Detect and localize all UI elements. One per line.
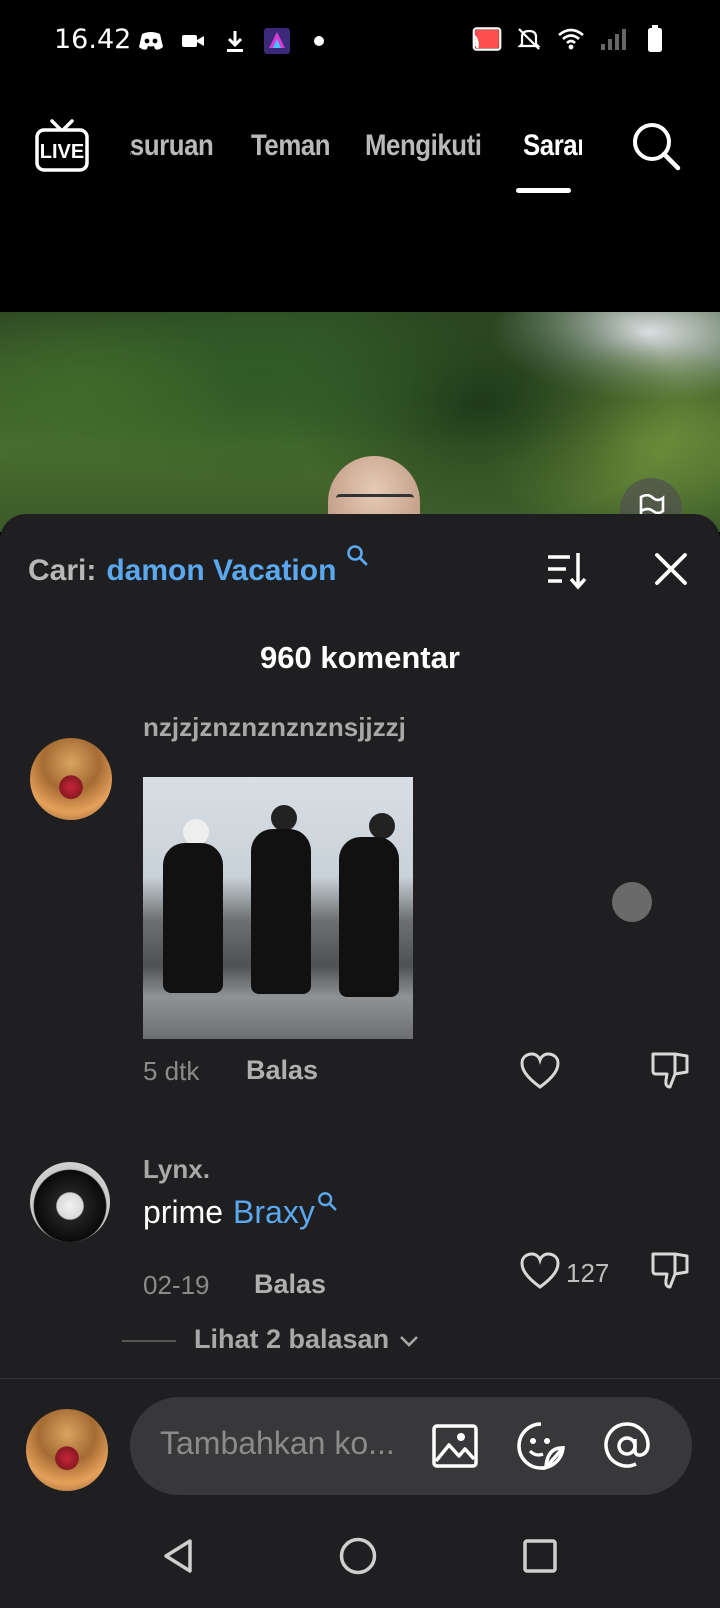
touch-indicator [612, 882, 652, 922]
live-icon[interactable]: LIVE [34, 118, 90, 174]
search-prefix: Cari: [28, 554, 97, 587]
search-term-link[interactable]: damon Vacation [106, 554, 336, 588]
close-icon[interactable] [650, 548, 692, 590]
avatar[interactable] [30, 1162, 110, 1242]
comment-username[interactable]: nzjzjznznznznznsjjzzj [143, 712, 406, 743]
game-app-icon [262, 26, 292, 56]
mention-link[interactable]: Braxy [233, 1194, 315, 1231]
dot-icon [304, 26, 334, 56]
reply-divider [122, 1340, 176, 1342]
reply-button[interactable]: Balas [246, 1055, 318, 1086]
status-bar: 16.42 [0, 0, 720, 84]
status-right-icons [472, 24, 670, 54]
comment-text: prime Braxy [143, 1192, 337, 1231]
comment-username[interactable]: Lynx. [143, 1154, 210, 1185]
dislike-icon[interactable] [650, 1050, 690, 1090]
search-mini-icon [317, 1182, 337, 1211]
comment-image[interactable] [143, 777, 413, 1039]
comment-body: prime [143, 1194, 224, 1230]
view-replies-button[interactable]: Lihat 2 balasan [194, 1324, 419, 1355]
status-left-icons [136, 26, 334, 56]
tab-saran[interactable]: Saran [523, 126, 582, 186]
chevron-down-icon [399, 1324, 419, 1355]
active-tab-indicator [516, 188, 571, 193]
back-icon[interactable] [158, 1536, 198, 1576]
signal-icon [598, 24, 628, 54]
video-person-glasses [336, 494, 414, 506]
sticker-icon[interactable] [516, 1421, 566, 1471]
mention-icon[interactable] [602, 1421, 652, 1471]
comment-composer [0, 1378, 720, 1502]
cast-icon [472, 24, 502, 54]
battery-icon [640, 24, 670, 54]
comment-search-row[interactable]: Cari: damon Vacation [28, 545, 368, 588]
heart-icon[interactable] [520, 1052, 560, 1090]
mute-icon [514, 24, 544, 54]
video-preview[interactable] [0, 312, 720, 532]
comment-time: 5 dtk [143, 1056, 200, 1086]
sort-icon[interactable] [544, 548, 588, 592]
recents-icon[interactable] [520, 1536, 560, 1576]
dancer-head [369, 813, 395, 839]
heart-icon[interactable] [520, 1252, 560, 1290]
like-count: 127 [566, 1258, 610, 1288]
video-camera-icon [178, 26, 208, 56]
home-icon[interactable] [338, 1536, 378, 1576]
tab-teman[interactable]: Teman [251, 126, 331, 186]
wifi-icon [556, 24, 586, 54]
search-icon[interactable] [630, 120, 682, 172]
image-icon[interactable] [430, 1421, 480, 1471]
dislike-icon[interactable] [650, 1250, 690, 1290]
view-replies-label: Lihat 2 balasan [194, 1324, 390, 1354]
system-nav-bar [0, 1502, 720, 1608]
comment-time: 02-19 [143, 1270, 210, 1300]
reply-button[interactable]: Balas [254, 1269, 326, 1300]
download-icon [220, 26, 250, 56]
comment-input[interactable] [160, 1425, 410, 1462]
dancer [251, 829, 311, 994]
dancer [163, 843, 223, 993]
dancer-head [271, 805, 297, 831]
tab-mengikuti[interactable]: Mengikuti [365, 126, 482, 186]
dancer-head [183, 819, 209, 845]
dancer [339, 837, 399, 997]
discord-icon [136, 26, 166, 56]
comment-input-pill[interactable] [130, 1397, 692, 1495]
my-avatar [26, 1409, 108, 1491]
comment-count: 960 komentar [260, 640, 460, 675]
tab-jelajah[interactable]: asuruan [130, 126, 214, 186]
top-nav: LIVE asuruan Teman Mengikuti Saran [0, 84, 720, 312]
search-mini-icon [346, 540, 368, 566]
avatar[interactable] [30, 738, 112, 820]
feed-tabs: asuruan Teman Mengikuti Saran [130, 126, 582, 186]
status-clock: 16.42 [54, 24, 132, 55]
live-label: LIVE [40, 141, 84, 163]
